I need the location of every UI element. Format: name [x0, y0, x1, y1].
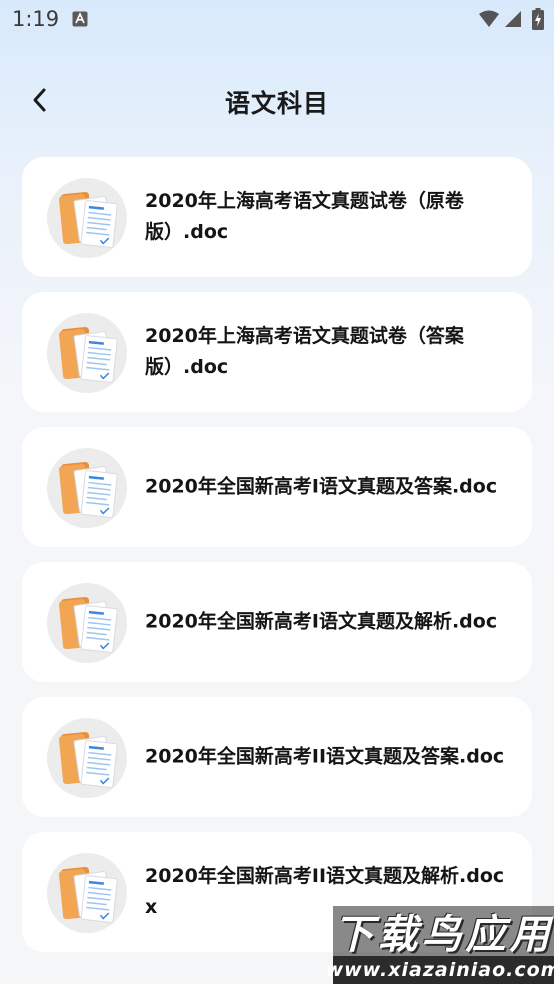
- file-card-2[interactable]: 2020年上海高考语文真题试卷（答案版）.doc: [22, 292, 532, 412]
- watermark-logo: 下载鸟应用 www.xiazainiao.com: [326, 906, 554, 984]
- a-notification-icon: [72, 11, 88, 27]
- file-card-5[interactable]: 2020年全国新高考II语文真题及答案.doc: [22, 697, 532, 817]
- file-card-1[interactable]: 2020年上海高考语文真题试卷（原卷版）.doc: [22, 157, 532, 277]
- signal-icon: [504, 10, 522, 28]
- document-folder-icon: [47, 448, 127, 528]
- file-name: 2020年全国新高考I语文真题及答案.doc: [145, 475, 498, 498]
- file-name: 2020年全国新高考I语文真题及解析.doc: [145, 610, 498, 633]
- battery-charging-icon: [532, 8, 544, 30]
- file-name: 2020年上海高考语文真题试卷（原卷版）.doc: [145, 190, 464, 243]
- document-folder-icon: [47, 313, 127, 393]
- page-title: 语文科目: [224, 89, 329, 118]
- watermark-title: 下载鸟应用: [333, 906, 554, 958]
- file-card-4[interactable]: 2020年全国新高考I语文真题及解析.doc: [22, 562, 532, 682]
- wifi-icon: [478, 10, 500, 28]
- document-folder-icon: [47, 718, 127, 798]
- document-folder-icon: [47, 583, 127, 663]
- file-name: 2020年上海高考语文真题试卷（答案版）.doc: [145, 325, 464, 378]
- status-icons: [478, 8, 544, 30]
- status-bar: 1:19: [0, 0, 554, 40]
- document-folder-icon: [47, 853, 127, 933]
- watermark-url: www.xiazainiao.com: [326, 956, 554, 984]
- file-name: 2020年全国新高考II语文真题及答案.doc: [145, 745, 505, 768]
- file-list: 2020年上海高考语文真题试卷（原卷版）.doc 2020年上海高考语文真题试卷…: [22, 157, 532, 967]
- nav-bar: 语文科目: [0, 70, 554, 132]
- file-card-3[interactable]: 2020年全国新高考I语文真题及答案.doc: [22, 427, 532, 547]
- document-folder-icon: [47, 178, 127, 258]
- status-time: 1:19: [12, 7, 60, 31]
